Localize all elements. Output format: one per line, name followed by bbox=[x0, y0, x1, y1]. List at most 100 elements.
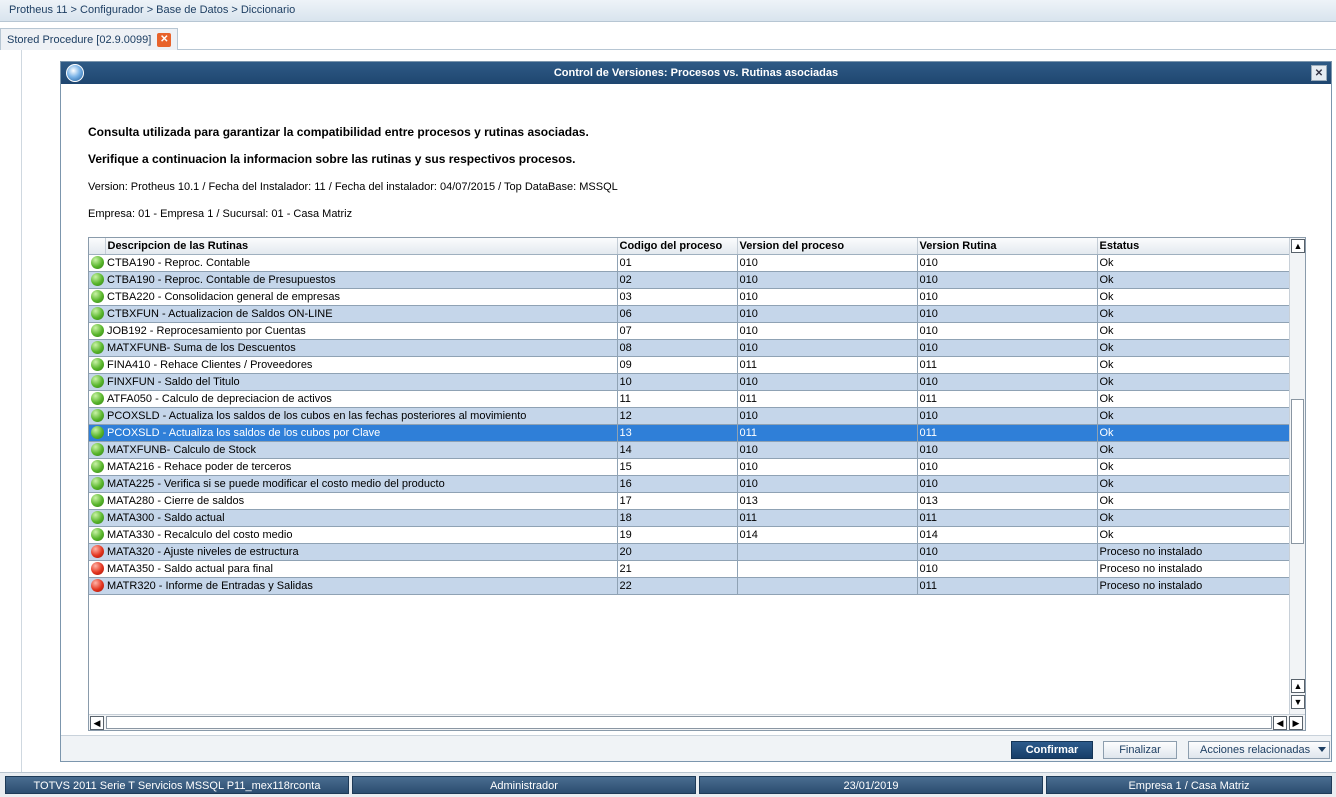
cell-estatus: Ok bbox=[1097, 322, 1290, 340]
cell-version-proceso: 010 bbox=[737, 475, 918, 493]
cell-estatus: Ok bbox=[1097, 288, 1290, 306]
protheus-logo-icon bbox=[66, 64, 84, 82]
cell-version-rutina: 010 bbox=[917, 543, 1098, 561]
status-ok-icon bbox=[90, 341, 104, 354]
cell-descripcion: CTBA190 - Reproc. Contable de Presupuest… bbox=[105, 271, 618, 289]
info-version: Version: Protheus 10.1 / Fecha del Insta… bbox=[88, 181, 618, 193]
status-ok-icon bbox=[90, 290, 104, 303]
cell-estatus: Ok bbox=[1097, 475, 1290, 493]
status-ok-icon bbox=[90, 477, 104, 490]
table-row[interactable]: PCOXSLD - Actualiza los saldos de los cu… bbox=[89, 407, 1290, 425]
table-row[interactable]: JOB192 - Reprocesamiento por Cuentas 07 01… bbox=[89, 322, 1290, 340]
column-header-descripcion[interactable]: Descripcion de las Rutinas bbox=[105, 238, 618, 255]
cell-version-proceso: 010 bbox=[737, 441, 918, 459]
cell-version-proceso: 010 bbox=[737, 407, 918, 425]
table-row[interactable]: MATR320 - Informe de Entradas y Salidas 2… bbox=[89, 577, 1290, 595]
cell-codigo: 20 bbox=[617, 543, 738, 561]
status-cell bbox=[89, 390, 105, 408]
routines-grid[interactable]: Descripcion de las Rutinas Codigo del pr… bbox=[88, 237, 1306, 731]
table-row[interactable]: CTBXFUN - Actualizacion de Saldos ON-LIN… bbox=[89, 305, 1290, 323]
table-row[interactable]: MATXFUNB- Suma de los Descuentos 08 010 010… bbox=[89, 339, 1290, 357]
cell-version-proceso: 010 bbox=[737, 322, 918, 340]
scrollbar-thumb[interactable] bbox=[106, 716, 1272, 729]
close-icon[interactable]: ✕ bbox=[157, 32, 172, 47]
scroll-right-icon[interactable]: ▶ bbox=[1289, 716, 1303, 730]
close-icon[interactable]: ✕ bbox=[1311, 65, 1327, 81]
status-ok-icon bbox=[90, 443, 104, 456]
status-cell bbox=[89, 543, 105, 561]
horizontal-scrollbar[interactable]: ◀ ◀ ▶ bbox=[89, 714, 1305, 730]
cell-descripcion: PCOXSLD - Actualiza los saldos de los cu… bbox=[105, 424, 618, 442]
cell-estatus: Proceso no instalado bbox=[1097, 577, 1290, 595]
cell-estatus: Ok bbox=[1097, 271, 1290, 289]
scroll-up-icon[interactable]: ▲ bbox=[1291, 679, 1305, 693]
acciones-relacionadas-button[interactable]: Acciones relacionadas bbox=[1188, 741, 1330, 759]
confirmar-button[interactable]: Confirmar bbox=[1011, 741, 1093, 759]
cell-version-proceso: 010 bbox=[737, 254, 918, 272]
cell-version-proceso: 011 bbox=[737, 390, 918, 408]
cell-version-rutina: 010 bbox=[917, 441, 1098, 459]
routines-table: Descripcion de las Rutinas Codigo del pr… bbox=[89, 238, 1290, 595]
cell-descripcion: MATA330 - Recalculo del costo medio bbox=[105, 526, 618, 544]
table-row[interactable]: ATFA050 - Calculo de depreciacion de act… bbox=[89, 390, 1290, 408]
cell-estatus: Ok bbox=[1097, 339, 1290, 357]
column-header-estatus[interactable]: Estatus bbox=[1097, 238, 1290, 255]
cell-estatus: Ok bbox=[1097, 407, 1290, 425]
table-header: Descripcion de las Rutinas Codigo del pr… bbox=[89, 238, 1290, 255]
cell-descripcion: PCOXSLD - Actualiza los saldos de los cu… bbox=[105, 407, 618, 425]
cell-estatus: Ok bbox=[1097, 305, 1290, 323]
tab-stored-procedure[interactable]: Stored Procedure [02.9.0099] ✕ bbox=[0, 28, 179, 50]
table-row[interactable]: MATA216 - Rehace poder de terceros 15 010 0… bbox=[89, 458, 1290, 476]
table-row[interactable]: MATA350 - Saldo actual para final 21 010 Pr… bbox=[89, 560, 1290, 578]
cell-version-rutina: 010 bbox=[917, 560, 1098, 578]
cell-descripcion: FINXFUN - Saldo del Titulo bbox=[105, 373, 618, 391]
table-row[interactable]: MATA300 - Saldo actual 18 011 011 Ok bbox=[89, 509, 1290, 527]
cell-estatus: Ok bbox=[1097, 254, 1290, 272]
scroll-left-icon[interactable]: ◀ bbox=[1273, 716, 1287, 730]
cell-descripcion: MATR320 - Informe de Entradas y Salidas bbox=[105, 577, 618, 595]
table-row[interactable]: FINA410 - Rehace Clientes / Proveedores 0… bbox=[89, 356, 1290, 374]
column-header-version-proceso[interactable]: Version del proceso bbox=[737, 238, 918, 255]
table-row[interactable]: MATA280 - Cierre de saldos 17 013 013 Ok bbox=[89, 492, 1290, 510]
vertical-scrollbar[interactable]: ▲ ▲ ▼ bbox=[1289, 238, 1305, 714]
table-row[interactable]: CTBA220 - Consolidacion general de empre… bbox=[89, 288, 1290, 306]
cell-estatus: Ok bbox=[1097, 509, 1290, 527]
status-cell bbox=[89, 339, 105, 357]
table-row[interactable]: MATA320 - Ajuste niveles de estructura 20… bbox=[89, 543, 1290, 561]
status-ok-icon bbox=[90, 375, 104, 388]
scrollbar-thumb[interactable] bbox=[1291, 399, 1304, 544]
dialog-title: Control de Versiones: Procesos vs. Rutin… bbox=[553, 67, 839, 79]
table-row[interactable]: PCOXSLD - Actualiza los saldos de los cu… bbox=[89, 424, 1290, 442]
cell-estatus: Proceso no instalado bbox=[1097, 543, 1290, 561]
cell-estatus: Proceso no instalado bbox=[1097, 560, 1290, 578]
cell-descripcion: MATA300 - Saldo actual bbox=[105, 509, 618, 527]
status-user: Administrador bbox=[352, 776, 696, 794]
status-cell bbox=[89, 254, 105, 272]
cell-estatus: Ok bbox=[1097, 441, 1290, 459]
cell-version-rutina: 010 bbox=[917, 271, 1098, 289]
status-cell bbox=[89, 526, 105, 544]
cell-codigo: 03 bbox=[617, 288, 738, 306]
status-ok-icon bbox=[90, 494, 104, 507]
table-row[interactable]: MATA330 - Recalculo del costo medio 19 014… bbox=[89, 526, 1290, 544]
column-header-codigo[interactable]: Codigo del proceso bbox=[617, 238, 738, 255]
table-body: CTBA190 - Reproc. Contable 01 010 010 Ok CTBA… bbox=[89, 254, 1290, 595]
scroll-down-icon[interactable]: ▼ bbox=[1291, 695, 1305, 709]
table-row[interactable]: MATA225 - Verifica si se puede modificar… bbox=[89, 475, 1290, 493]
cell-version-proceso: 011 bbox=[737, 509, 918, 527]
cell-descripcion: MATA280 - Cierre de saldos bbox=[105, 492, 618, 510]
table-row[interactable]: FINXFUN - Saldo del Titulo 10 010 010 Ok bbox=[89, 373, 1290, 391]
scroll-left-icon[interactable]: ◀ bbox=[90, 716, 104, 730]
cell-version-rutina: 010 bbox=[917, 305, 1098, 323]
cell-version-proceso: 014 bbox=[737, 526, 918, 544]
dialog-footer: Confirmar Finalizar Acciones relacionada… bbox=[61, 735, 1331, 761]
finalizar-button[interactable]: Finalizar bbox=[1103, 741, 1177, 759]
cell-descripcion: MATA350 - Saldo actual para final bbox=[105, 560, 618, 578]
column-header-version-rutina[interactable]: Version Rutina bbox=[917, 238, 1098, 255]
table-row[interactable]: CTBA190 - Reproc. Contable 01 010 010 Ok bbox=[89, 254, 1290, 272]
cell-version-rutina: 010 bbox=[917, 458, 1098, 476]
scroll-up-icon[interactable]: ▲ bbox=[1291, 239, 1305, 253]
table-row[interactable]: MATXFUNB- Calculo de Stock 14 010 010 Ok bbox=[89, 441, 1290, 459]
cell-descripcion: FINA410 - Rehace Clientes / Proveedores bbox=[105, 356, 618, 374]
table-row[interactable]: CTBA190 - Reproc. Contable de Presupuest… bbox=[89, 271, 1290, 289]
